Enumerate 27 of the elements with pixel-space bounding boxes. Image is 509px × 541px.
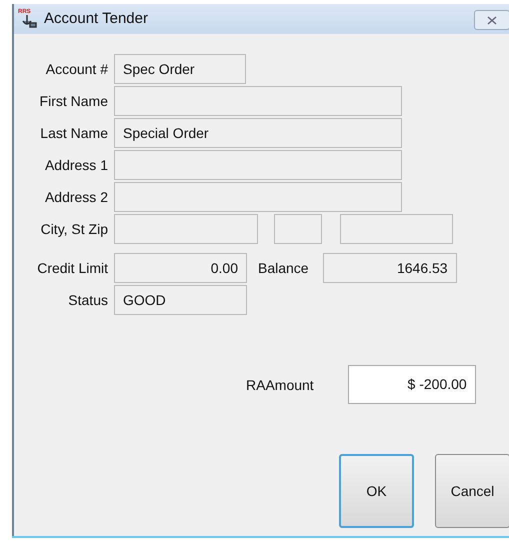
close-button[interactable] [474,10,509,30]
text-field[interactable]: 1646.53 [322,253,457,283]
field-label: Balance [258,258,309,278]
text-field[interactable] [114,86,402,116]
amount-field[interactable]: $ -200.00 [348,365,476,404]
text-field[interactable] [114,182,402,212]
text-field[interactable] [114,150,402,180]
field-label: First Name [40,92,108,110]
text-field[interactable]: GOOD [114,285,247,315]
window-title: Account Tender [44,8,148,29]
field-label: Account # [46,60,108,78]
dialog-button[interactable]: Cancel [435,454,509,528]
field-label: Status [68,290,108,310]
field-label: Last Name [40,124,108,142]
text-field[interactable]: Spec Order [114,54,246,84]
close-icon [487,16,497,24]
amount-label: RAAmount [246,376,314,395]
dialog-button[interactable]: OK [339,454,414,528]
text-field[interactable]: Special Order [114,118,402,148]
field-label: Credit Limit [37,258,108,278]
text-field[interactable] [274,214,322,244]
text-field[interactable] [114,214,258,244]
field-label: Address 2 [44,188,108,206]
field-label: City, St Zip [40,220,108,239]
field-label: Address 1 [44,156,108,174]
text-field[interactable] [340,214,453,244]
text-field[interactable]: 0.00 [114,253,247,283]
